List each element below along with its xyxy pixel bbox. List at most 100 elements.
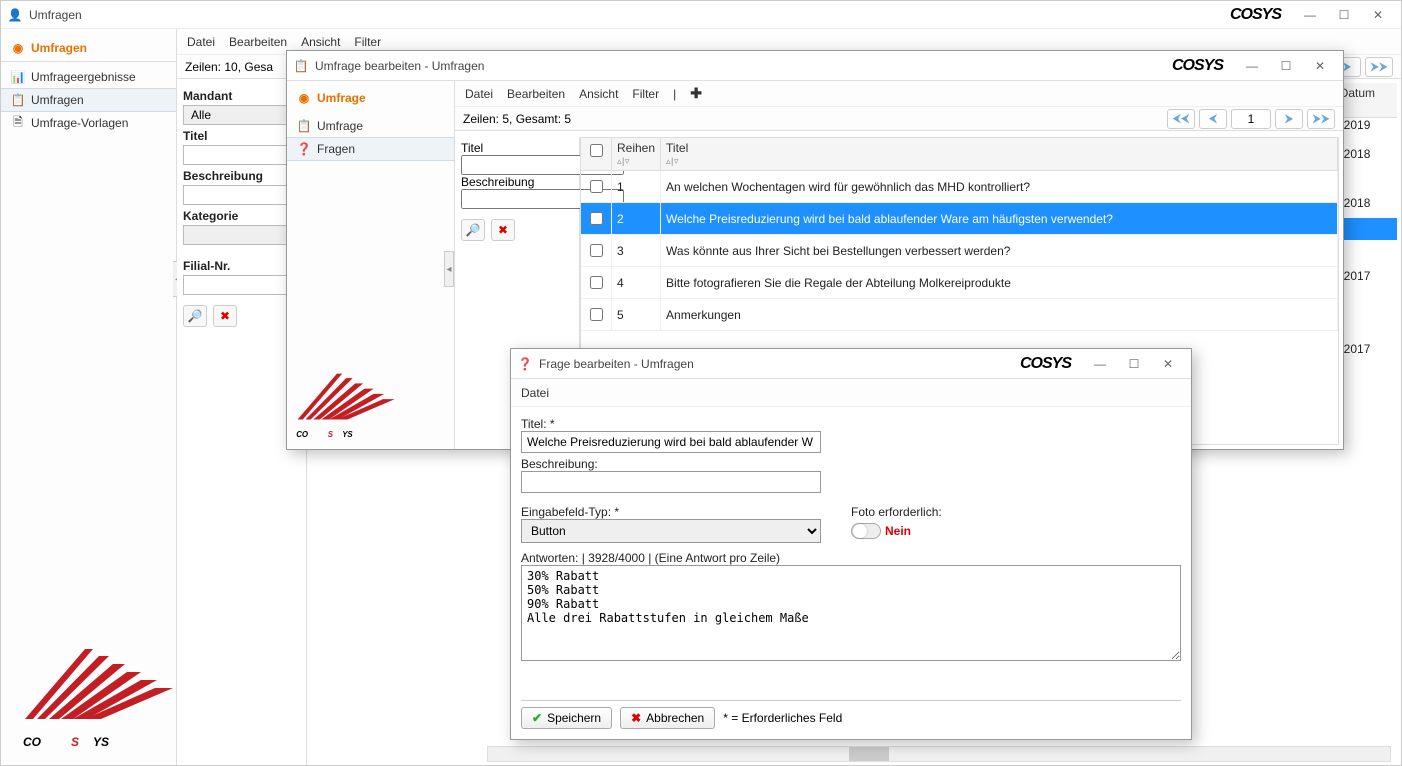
row-checkbox[interactable] (590, 308, 603, 321)
row-checkbox[interactable] (590, 212, 603, 225)
row-checkbox[interactable] (590, 180, 603, 193)
filter-kategorie-select[interactable] (183, 225, 300, 245)
table-row[interactable]: 5Anmerkungen (581, 299, 1338, 331)
add-button[interactable]: ✚ (690, 85, 702, 102)
circle-arrow-icon: ◉ (297, 91, 311, 105)
filter-titel-input[interactable] (183, 145, 300, 165)
circle-arrow-icon: ◉ (11, 41, 25, 55)
question-icon: ❓ (297, 142, 311, 156)
maximize-button[interactable]: ☐ (1327, 4, 1361, 26)
check-icon: ✔ (532, 711, 542, 725)
d1-menu-bearbeiten[interactable]: Bearbeiten (507, 87, 565, 101)
table-row[interactable]: 3Was könnte aus Ihrer Sicht bei Bestellu… (581, 235, 1338, 267)
filter-filial-label: Filial-Nr. (183, 259, 300, 273)
pager-first-button[interactable]: ⮜⮜ (1167, 109, 1195, 129)
d1-filter-beschreibung-label: Beschreibung (461, 175, 534, 189)
select-all-checkbox[interactable] (590, 144, 603, 157)
d1-sidebar-item-fragen[interactable]: ❓ Fragen (287, 137, 454, 161)
d2-eingabe-label: Eingabefeld-Typ: * (521, 505, 821, 519)
x-icon: ✖ (631, 711, 641, 725)
filter-beschreibung-input[interactable] (183, 185, 300, 205)
d1-filter-clear-button[interactable]: ✖ (491, 219, 515, 241)
brand-logo-text: COSYS (1020, 355, 1071, 373)
d2-maximize-button[interactable]: ☐ (1117, 353, 1151, 375)
d1-menu-datei[interactable]: Datei (465, 87, 493, 101)
svg-text:YS: YS (342, 430, 353, 439)
d2-close-button[interactable]: ✕ (1151, 353, 1185, 375)
cosys-logo: CO S YS (291, 368, 396, 447)
d2-foto-label: Foto erforderlich: (851, 505, 942, 519)
d1-sidebar-collapse-handle[interactable]: ◂ (444, 251, 454, 287)
filter-search-button[interactable]: 🔎 (183, 305, 207, 327)
table-row[interactable]: 1An welchen Wochentagen wird für gewöhnl… (581, 171, 1338, 203)
d1-maximize-button[interactable]: ☐ (1269, 55, 1303, 77)
row-checkbox[interactable] (590, 244, 603, 257)
question-icon: ❓ (517, 356, 533, 372)
d1-sidebar-item-label: Umfrage (317, 119, 363, 133)
close-button[interactable]: ✕ (1361, 4, 1395, 26)
filter-filial-input[interactable] (183, 275, 300, 295)
d2-foto-toggle[interactable] (851, 523, 881, 539)
d2-footer: ✔Speichern ✖Abbrechen * = Erforderliches… (521, 700, 1181, 729)
sidebar-item-umfragen[interactable]: 📋 Umfragen (1, 88, 176, 112)
pager-page-input[interactable] (1231, 109, 1271, 129)
svg-text:CO: CO (296, 430, 308, 439)
d2-menu-datei[interactable]: Datei (521, 386, 549, 400)
menu-bearbeiten[interactable]: Bearbeiten (229, 35, 287, 49)
table-row-selected[interactable]: 2Welche Preisreduzierung wird bei bald a… (581, 203, 1338, 235)
d1-titlebar: 📋 Umfrage bearbeiten - Umfragen COSYS — … (287, 51, 1343, 81)
pager-last-button[interactable]: ⮞⮞ (1307, 109, 1335, 129)
d1-menubar: Datei Bearbeiten Ansicht Filter | ✚ (455, 81, 1343, 107)
template-icon: 🗎 (11, 116, 25, 130)
sidebar-item-label: Umfragen (31, 93, 84, 107)
d2-eingabe-select[interactable]: Button (521, 519, 821, 543)
d2-foto-value: Nein (885, 524, 911, 538)
menu-filter[interactable]: Filter (354, 35, 381, 49)
svg-text:CO: CO (23, 735, 42, 749)
d1-sidebar-item-label: Fragen (317, 142, 355, 156)
d1-sidebar-header[interactable]: ◉ Umfrage (287, 85, 454, 111)
table-row[interactable]: 4Bitte fotografieren Sie die Regale der … (581, 267, 1338, 299)
sidebar-header[interactable]: ◉ Umfragen (1, 35, 176, 62)
col-header-titel[interactable]: Titel▵ | ▿ (661, 138, 1338, 171)
brand-logo-text: COSYS (1230, 6, 1281, 24)
sidebar-item-vorlagen[interactable]: 🗎 Umfrage-Vorlagen (1, 112, 176, 134)
d1-menu-ansicht[interactable]: Ansicht (579, 87, 618, 101)
d1-filter-titel-label: Titel (461, 141, 483, 155)
menu-datei[interactable]: Datei (187, 35, 215, 49)
cancel-button[interactable]: ✖Abbrechen (620, 707, 715, 729)
pager-prev-button[interactable]: ⮜ (1199, 109, 1227, 129)
d2-titlebar: ❓ Frage bearbeiten - Umfragen COSYS — ☐ … (511, 349, 1191, 379)
svg-text:S: S (328, 430, 334, 439)
minimize-button[interactable]: — (1293, 4, 1327, 26)
sidebar-header-label: Umfragen (31, 41, 87, 55)
filter-mandant-select[interactable]: Alle (183, 105, 300, 125)
col-header-reihen[interactable]: Reihen▵ | ▿ (612, 138, 661, 171)
required-note: * = Erforderliches Feld (723, 711, 842, 725)
d2-minimize-button[interactable]: — (1083, 353, 1117, 375)
d2-beschreibung-input[interactable] (521, 471, 821, 493)
d2-titel-input[interactable] (521, 431, 821, 453)
filter-clear-button[interactable]: ✖ (213, 305, 237, 327)
row-checkbox[interactable] (590, 276, 603, 289)
d1-filter-search-button[interactable]: 🔎 (461, 219, 485, 241)
pager-last-button[interactable]: ⮞⮞ (1365, 57, 1393, 77)
d1-minimize-button[interactable]: — (1235, 55, 1269, 77)
d2-title: Frage bearbeiten - Umfragen (539, 357, 1020, 371)
d2-titel-label: Titel: * (521, 417, 1181, 431)
d1-menu-filter[interactable]: Filter (632, 87, 659, 101)
sidebar-item-ergebnisse[interactable]: 📊 Umfrageergebnisse (1, 66, 176, 88)
dialog-frage-bearbeiten: ❓ Frage bearbeiten - Umfragen COSYS — ☐ … (510, 348, 1192, 740)
d1-close-button[interactable]: ✕ (1303, 55, 1337, 77)
menu-ansicht[interactable]: Ansicht (301, 35, 340, 49)
filter-beschreibung-label: Beschreibung (183, 169, 300, 183)
window-title: Umfragen (29, 8, 1230, 22)
clipboard-icon: 📋 (293, 58, 309, 74)
pager-next-button[interactable]: ⮞ (1275, 109, 1303, 129)
app-icon: 👤 (7, 7, 23, 23)
horizontal-scrollbar[interactable] (487, 746, 1391, 762)
save-button[interactable]: ✔Speichern (521, 707, 612, 729)
d2-antworten-textarea[interactable] (521, 565, 1181, 661)
cosys-logo: CO S YS (15, 644, 175, 757)
d1-sidebar-item-umfrage[interactable]: 📋 Umfrage (287, 115, 454, 137)
